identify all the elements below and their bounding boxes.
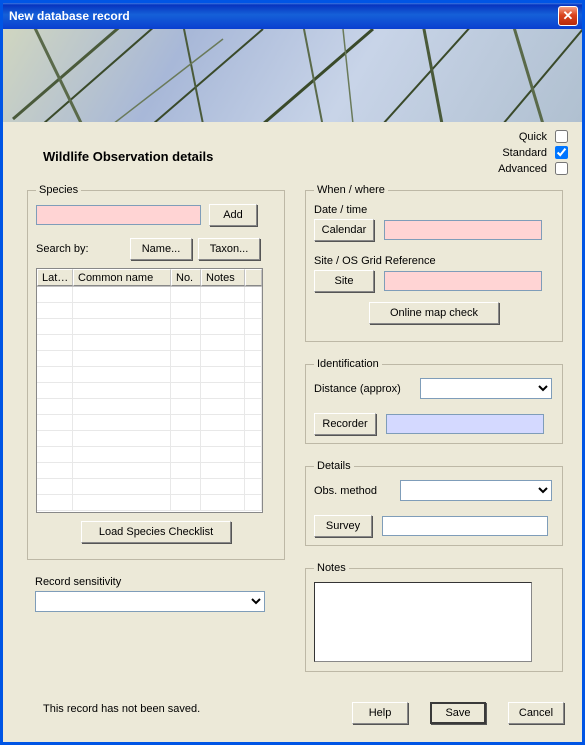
survey-input[interactable] [382, 516, 548, 536]
survey-button[interactable]: Survey [314, 515, 372, 537]
date-label: Date / time [314, 204, 554, 216]
obs-method-select[interactable] [400, 480, 552, 501]
species-grid[interactable]: Lat… Common name No. Notes [36, 268, 263, 513]
recorder-button[interactable]: Recorder [314, 413, 376, 435]
notes-textarea[interactable] [314, 582, 532, 662]
date-input[interactable] [384, 220, 542, 240]
distance-label: Distance (approx) [314, 383, 412, 395]
help-button[interactable]: Help [352, 702, 408, 724]
grid-header: Lat… Common name No. Notes [37, 269, 262, 287]
details-group: Details Obs. method Survey [305, 460, 563, 546]
titlebar: New database record ✕ [3, 3, 582, 29]
close-icon: ✕ [563, 8, 574, 24]
map-check-button[interactable]: Online map check [369, 302, 499, 324]
distance-select[interactable] [420, 378, 552, 399]
col-common[interactable]: Common name [73, 269, 171, 286]
search-taxon-button[interactable]: Taxon... [198, 238, 260, 260]
mode-quick-checkbox[interactable] [555, 130, 568, 143]
col-notes[interactable]: Notes [201, 269, 245, 286]
window-title: New database record [9, 9, 558, 23]
search-by-label: Search by: [36, 243, 124, 255]
details-legend: Details [314, 460, 354, 472]
search-name-button[interactable]: Name... [130, 238, 192, 260]
when-where-group: When / where Date / time Calendar Site /… [305, 184, 563, 342]
page-title: Wildlife Observation details [43, 149, 213, 164]
recorder-input[interactable] [386, 414, 544, 434]
notes-legend: Notes [314, 562, 349, 574]
mode-standard-checkbox[interactable] [555, 146, 568, 159]
sensitivity-select[interactable] [35, 591, 265, 612]
col-latin[interactable]: Lat… [37, 269, 73, 286]
mode-standard-label: Standard [502, 147, 547, 159]
banner-image [3, 29, 582, 122]
when-where-legend: When / where [314, 184, 388, 196]
calendar-button[interactable]: Calendar [314, 219, 374, 241]
save-button[interactable]: Save [430, 702, 486, 724]
notes-group: Notes [305, 562, 563, 672]
identification-legend: Identification [314, 358, 382, 370]
species-group: Species Add Search by: Name... Taxon... … [27, 184, 285, 560]
status-text: This record has not been saved. [43, 703, 200, 715]
sensitivity-label: Record sensitivity [35, 576, 265, 588]
species-add-button[interactable]: Add [209, 204, 257, 226]
grid-body[interactable] [37, 287, 262, 513]
load-checklist-button[interactable]: Load Species Checklist [81, 521, 231, 543]
species-input[interactable] [36, 205, 201, 225]
mode-advanced-checkbox[interactable] [555, 162, 568, 175]
identification-group: Identification Distance (approx) Recorde… [305, 358, 563, 444]
mode-advanced-label: Advanced [498, 163, 547, 175]
species-legend: Species [36, 184, 81, 196]
obs-label: Obs. method [314, 485, 392, 497]
site-button[interactable]: Site [314, 270, 374, 292]
close-button[interactable]: ✕ [558, 6, 578, 26]
cancel-button[interactable]: Cancel [508, 702, 564, 724]
mode-quick-label: Quick [519, 131, 547, 143]
site-label: Site / OS Grid Reference [314, 255, 554, 267]
col-no[interactable]: No. [171, 269, 201, 286]
site-input[interactable] [384, 271, 542, 291]
